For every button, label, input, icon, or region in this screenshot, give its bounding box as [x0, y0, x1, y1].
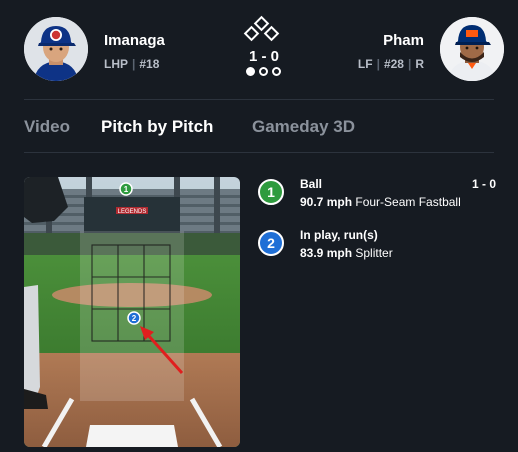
batter-bats: R: [415, 57, 424, 71]
pitch-count: 1 - 0: [471, 177, 496, 191]
batter-meta: LF | #28 | R: [358, 57, 424, 71]
tabs-divider: [24, 152, 494, 153]
pitcher-number: #18: [139, 57, 160, 71]
base-runners-diamond: [243, 15, 281, 45]
separator: |: [132, 57, 136, 71]
out-dot-2: [259, 67, 268, 76]
pitch-marker-2-label: 2: [132, 314, 137, 323]
tab-gameday-3d[interactable]: Gameday 3D: [252, 117, 355, 137]
pitch-type: Four-Seam Fastball: [355, 195, 461, 209]
legends-board-text: LEGENDS: [118, 209, 147, 215]
separator: |: [407, 57, 412, 71]
pitcher-avatar[interactable]: [24, 17, 88, 81]
header-divider: [24, 99, 494, 100]
pitch-marker-2[interactable]: 2: [127, 311, 141, 325]
pitch-number-badge: 2: [258, 230, 284, 256]
pitch-result: In play, run(s): [300, 228, 378, 242]
pitch-marker-1[interactable]: 1: [119, 182, 133, 196]
pitch-list-item[interactable]: 2 In play, run(s) 83.9 mph Splitter: [256, 228, 504, 268]
batter-position: LF: [357, 57, 373, 71]
batter-avatar[interactable]: [440, 17, 504, 81]
pitch-list-item[interactable]: 1 Ball 1 - 0 90.7 mph Four-Seam Fastball: [256, 177, 504, 217]
matchup-header: Imanaga LHP | #18 1 - 0 Pham LF | #28 | R: [0, 0, 518, 100]
tab-video[interactable]: Video: [24, 117, 70, 137]
outs-indicator: [246, 67, 286, 77]
batter-number: #28: [383, 57, 404, 71]
pitch-detail: 83.9 mph Splitter: [300, 246, 393, 260]
pitch-number-badge: 1: [258, 179, 284, 205]
batter-name[interactable]: Pham: [383, 32, 424, 49]
pitch-speed: 90.7 mph: [300, 195, 353, 209]
pitch-location-view[interactable]: LEGENDS 1 2: [24, 177, 240, 447]
tab-pitch-by-pitch[interactable]: Pitch by Pitch: [101, 117, 213, 137]
pitch-result: Ball: [300, 177, 323, 191]
third-base: [243, 25, 260, 42]
pitch-type: Splitter: [355, 246, 393, 260]
out-dot-1: [246, 67, 255, 76]
pitch-detail: 90.7 mph Four-Seam Fastball: [300, 195, 461, 209]
pitch-marker-1-label: 1: [124, 185, 129, 194]
pitcher-name[interactable]: Imanaga: [104, 32, 165, 49]
ball-strike-count: 1 - 0: [248, 48, 279, 65]
out-dot-3: [272, 67, 281, 76]
pitch-speed: 83.9 mph: [300, 246, 353, 260]
first-base: [263, 25, 280, 42]
pitcher-position: LHP: [104, 57, 128, 71]
separator: |: [376, 57, 380, 71]
pitcher-meta: LHP | #18: [104, 57, 159, 71]
